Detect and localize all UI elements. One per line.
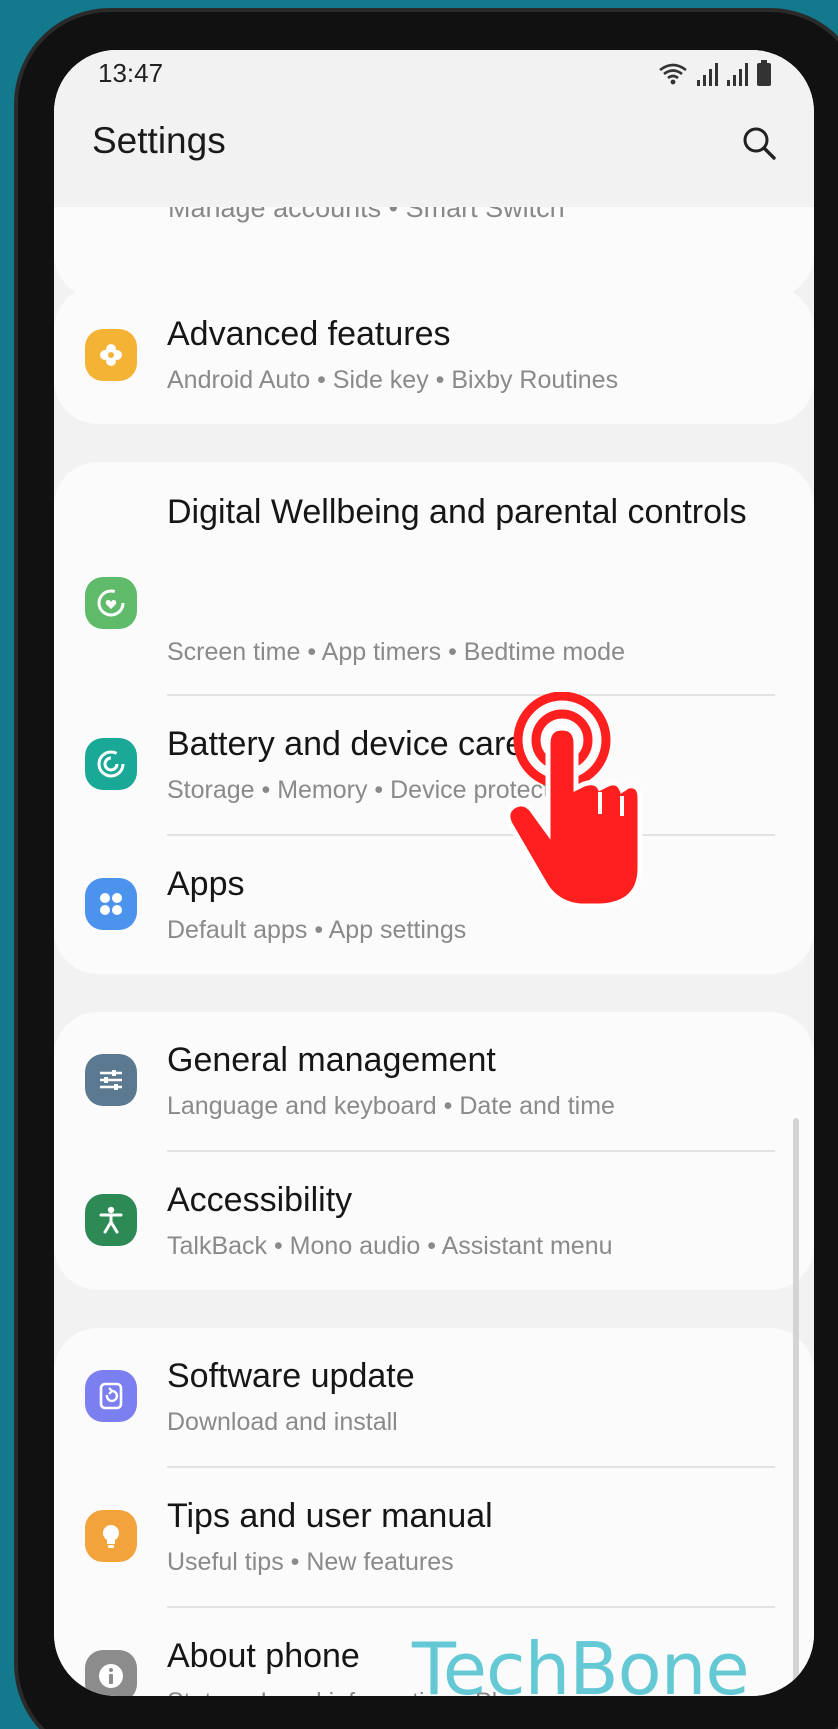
item-subtitle: Useful tips • New features bbox=[167, 1548, 454, 1576]
settings-item-tips[interactable]: Tips and user manual Useful tips • New f… bbox=[54, 1468, 814, 1606]
wellbeing-icon bbox=[85, 577, 137, 629]
page-title: Settings bbox=[92, 120, 226, 161]
item-subtitle: Download and install bbox=[167, 1408, 398, 1436]
apps-grid-icon bbox=[85, 878, 137, 930]
lightbulb-icon bbox=[85, 1510, 137, 1562]
item-title: Advanced features bbox=[167, 315, 451, 353]
item-title: Battery and device care bbox=[167, 725, 525, 763]
status-bar: 13:47 bbox=[54, 50, 814, 110]
status-icons bbox=[658, 58, 772, 86]
settings-screen: Manage accounts • Smart Switch 13:47 Set… bbox=[54, 50, 814, 1696]
item-subtitle: Screen time • App timers • Bedtime mode bbox=[167, 638, 625, 666]
item-title: Apps bbox=[167, 865, 245, 903]
item-subtitle: TalkBack • Mono audio • Assistant menu bbox=[167, 1232, 613, 1260]
item-subtitle: Android Auto • Side key • Bixby Routines bbox=[167, 366, 619, 394]
settings-item-digital-wellbeing[interactable]: Digital Wellbeing and parental controls … bbox=[54, 462, 814, 694]
item-title: Software update bbox=[167, 1357, 415, 1395]
accessibility-icon bbox=[85, 1194, 137, 1246]
item-title: Tips and user manual bbox=[167, 1497, 493, 1535]
item-title: Digital Wellbeing and parental controls bbox=[167, 493, 747, 531]
device-care-icon bbox=[85, 738, 137, 790]
settings-item-battery-device-care[interactable]: Battery and device care Storage • Memory… bbox=[54, 696, 814, 834]
update-icon bbox=[85, 1370, 137, 1422]
search-icon bbox=[741, 125, 777, 166]
item-title: Accessibility bbox=[167, 1181, 353, 1219]
signal-icon bbox=[696, 62, 718, 86]
settings-item-apps[interactable]: Apps Default apps • App settings bbox=[54, 836, 814, 974]
item-subtitle: Default apps • App settings bbox=[167, 916, 467, 944]
info-icon bbox=[85, 1650, 137, 1696]
item-subtitle: Language and keyboard • Date and time bbox=[167, 1092, 615, 1120]
wifi-icon bbox=[658, 62, 688, 86]
sliders-icon bbox=[85, 1054, 137, 1106]
settings-item-advanced-features[interactable]: Advanced features Android Auto • Side ke… bbox=[54, 286, 814, 424]
settings-item-general-management[interactable]: General management Language and keyboard… bbox=[54, 1012, 814, 1150]
status-time: 13:47 bbox=[98, 58, 164, 88]
tap-hand-icon bbox=[500, 691, 648, 917]
settings-item-software-update[interactable]: Software update Download and install bbox=[54, 1328, 814, 1466]
settings-item-accessibility[interactable]: Accessibility TalkBack • Mono audio • As… bbox=[54, 1152, 814, 1290]
battery-icon bbox=[756, 60, 772, 86]
signal-icon-2 bbox=[726, 62, 748, 86]
scrollbar[interactable] bbox=[793, 1118, 799, 1696]
search-button[interactable] bbox=[734, 120, 784, 170]
puzzle-icon bbox=[85, 329, 137, 381]
item-title: General management bbox=[167, 1041, 496, 1079]
watermark-logo: TechBone bbox=[412, 1627, 750, 1711]
